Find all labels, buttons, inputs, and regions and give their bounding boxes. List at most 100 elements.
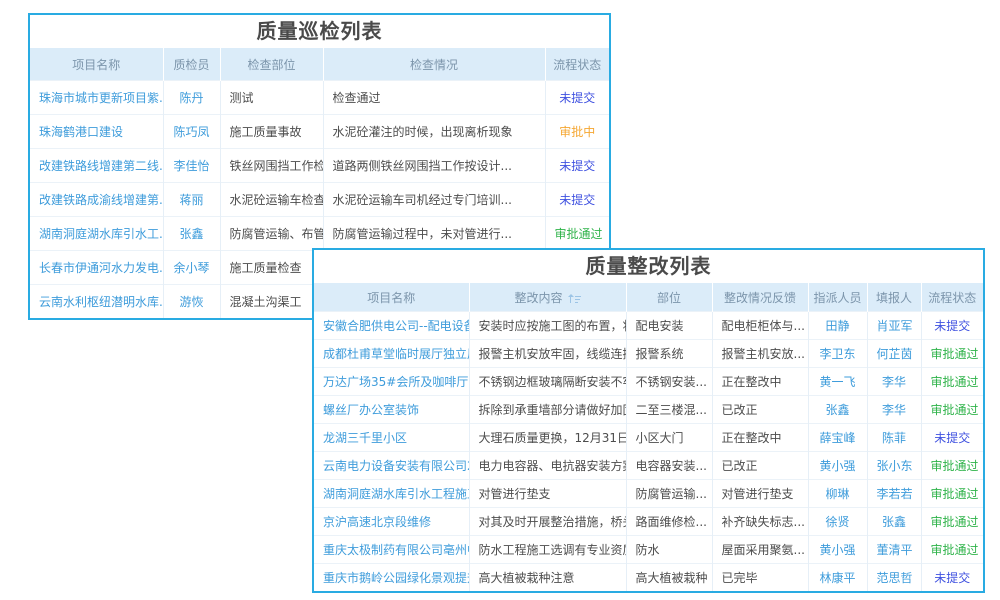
- status-cell: 审批通过: [921, 452, 983, 480]
- project-name-link[interactable]: 长春市伊通河水力发电...: [39, 261, 163, 275]
- assignee-cell: 黄一飞: [808, 368, 867, 396]
- status-cell: 审批通过: [921, 508, 983, 536]
- rectify-part-cell: 报警系统: [626, 340, 712, 368]
- reporter-link[interactable]: 范思哲: [877, 571, 913, 585]
- reporter-link[interactable]: 张小东: [877, 459, 913, 473]
- project-name-link[interactable]: 重庆太极制药有限公司亳州中...: [323, 543, 469, 557]
- assignee-link[interactable]: 徐贤: [825, 515, 849, 529]
- project-name-link[interactable]: 重庆市鹅岭公园绿化景观提升...: [323, 571, 469, 585]
- assignee-cell: 林康平: [808, 564, 867, 592]
- assignee-link[interactable]: 柳琳: [825, 487, 849, 501]
- reporter-cell: 李华: [867, 368, 921, 396]
- status-cell: 未提交: [545, 183, 609, 217]
- inspection-part-cell: 防腐管运输、布管: [220, 217, 323, 251]
- rectify-table-row: 成都杜甫草堂临时展厅独立展... 报警主机安放牢固，线缆连接... 报警系统 报…: [314, 340, 983, 368]
- assignee-link[interactable]: 薛宝峰: [819, 431, 855, 445]
- rectify-feedback-cell: 配电柜柜体与...: [712, 312, 808, 340]
- project-name-link[interactable]: 万达广场35#会所及咖啡厅空...: [323, 375, 469, 389]
- rectify-content-cell: 高大植被栽种注意: [469, 564, 626, 592]
- rectify-table-row: 重庆太极制药有限公司亳州中... 防水工程施工选调有专业资质... 防水 屋面采…: [314, 536, 983, 564]
- reporter-link[interactable]: 李华: [882, 375, 906, 389]
- rectify-part-cell: 配电安装: [626, 312, 712, 340]
- reporter-cell: 肖亚军: [867, 312, 921, 340]
- project-name-link[interactable]: 龙湖三千里小区: [323, 431, 407, 445]
- sort-amount-icon[interactable]: [568, 294, 581, 303]
- project-name-cell: 螺丝厂办公室装饰: [314, 396, 469, 424]
- rectify-feedback-cell: 屋面采用聚氨...: [712, 536, 808, 564]
- project-name-cell: 重庆太极制药有限公司亳州中...: [314, 536, 469, 564]
- project-name-cell: 湖南洞庭湖水库引水工程施工I标: [314, 480, 469, 508]
- project-name-link[interactable]: 云南水利枢纽潜明水库...: [39, 295, 163, 309]
- inspector-link[interactable]: 蒋丽: [179, 193, 203, 207]
- reporter-link[interactable]: 何芷茵: [877, 347, 913, 361]
- inspector-cell: 陈丹: [163, 81, 220, 115]
- assignee-link[interactable]: 张鑫: [825, 403, 849, 417]
- status-badge: 审批通过: [931, 403, 979, 417]
- project-name-link[interactable]: 珠海鹤港口建设: [39, 125, 123, 139]
- inspector-link[interactable]: 余小琴: [173, 261, 209, 275]
- rectify-content-cell: 安装时应按施工图的布置，将...: [469, 312, 626, 340]
- status-cell: 审批通过: [921, 480, 983, 508]
- assignee-cell: 田静: [808, 312, 867, 340]
- status-cell: 审批通过: [921, 396, 983, 424]
- assignee-link[interactable]: 田静: [825, 319, 849, 333]
- rectify-part-cell: 不锈钢安装...: [626, 368, 712, 396]
- rectify-part-cell: 防水: [626, 536, 712, 564]
- reporter-link[interactable]: 陈菲: [882, 431, 906, 445]
- rectify-col-name: 项目名称: [314, 283, 469, 312]
- rectify-content-cell: 对管进行垫支: [469, 480, 626, 508]
- status-cell: 审批通过: [921, 340, 983, 368]
- reporter-link[interactable]: 李华: [882, 403, 906, 417]
- inspection-part-cell: 水泥砼运输车检查: [220, 183, 323, 217]
- project-name-link[interactable]: 珠海市城市更新项目紫...: [39, 91, 163, 105]
- project-name-link[interactable]: 螺丝厂办公室装饰: [323, 403, 419, 417]
- rectify-part-cell: 高大植被栽种: [626, 564, 712, 592]
- project-name-link[interactable]: 改建铁路线增建第二线...: [39, 159, 163, 173]
- inspection-table-row: 改建铁路线增建第二线... 李佳怡 铁丝网围挡工作检查 道路两侧铁丝网围挡工作按…: [30, 149, 609, 183]
- project-name-cell: 安徽合肥供电公司--配电设备...: [314, 312, 469, 340]
- project-name-link[interactable]: 湖南洞庭湖水库引水工...: [39, 227, 163, 241]
- rectify-content-cell: 拆除到承重墙部分请做好加固...: [469, 396, 626, 424]
- rectify-feedback-cell: 报警主机安放...: [712, 340, 808, 368]
- inspector-link[interactable]: 陈巧凤: [173, 125, 209, 139]
- rectify-feedback-cell: 已改正: [712, 396, 808, 424]
- project-name-cell: 长春市伊通河水力发电...: [30, 251, 163, 285]
- assignee-link[interactable]: 黄一飞: [819, 375, 855, 389]
- assignee-link[interactable]: 黄小强: [819, 459, 855, 473]
- inspector-link[interactable]: 张鑫: [179, 227, 203, 241]
- assignee-cell: 柳琳: [808, 480, 867, 508]
- reporter-link[interactable]: 肖亚军: [877, 319, 913, 333]
- rectify-col-content[interactable]: 整改内容: [469, 283, 626, 312]
- rectify-table-row: 螺丝厂办公室装饰 拆除到承重墙部分请做好加固... 二至三楼混... 已改正 张…: [314, 396, 983, 424]
- status-badge: 未提交: [559, 91, 595, 105]
- reporter-link[interactable]: 李若若: [877, 487, 913, 501]
- inspection-header-row: 项目名称 质检员 检查部位 检查情况 流程状态: [30, 48, 609, 81]
- project-name-cell: 珠海市城市更新项目紫...: [30, 81, 163, 115]
- inspector-link[interactable]: 李佳怡: [173, 159, 209, 173]
- rectify-content-cell: 电力电容器、电抗器安装方案,...: [469, 452, 626, 480]
- project-name-link[interactable]: 京沪高速北京段维修: [323, 515, 431, 529]
- reporter-link[interactable]: 董清平: [877, 543, 913, 557]
- inspection-part-cell: 施工质量检查: [220, 251, 323, 285]
- inspection-situation-cell: 水泥砼运输车司机经过专门培训...: [323, 183, 545, 217]
- status-badge: 审批通过: [931, 459, 979, 473]
- project-name-link[interactable]: 成都杜甫草堂临时展厅独立展...: [323, 347, 469, 361]
- assignee-link[interactable]: 黄小强: [819, 543, 855, 557]
- rectify-table: 项目名称 整改内容 部位 整改情况反馈 指派人员 填报人 流程状态 安徽合肥供电…: [314, 283, 983, 591]
- reporter-cell: 张小东: [867, 452, 921, 480]
- project-name-cell: 龙湖三千里小区: [314, 424, 469, 452]
- rectify-table-row: 京沪高速北京段维修 对其及时开展整治措施，桥头... 路面维修检... 补齐缺失…: [314, 508, 983, 536]
- project-name-link[interactable]: 安徽合肥供电公司--配电设备...: [323, 319, 469, 333]
- status-cell: 未提交: [921, 424, 983, 452]
- assignee-link[interactable]: 李卫东: [819, 347, 855, 361]
- inspector-link[interactable]: 游恢: [179, 295, 203, 309]
- rectify-part-cell: 二至三楼混...: [626, 396, 712, 424]
- reporter-link[interactable]: 张鑫: [882, 515, 906, 529]
- project-name-link[interactable]: 改建铁路成渝线增建第...: [39, 193, 163, 207]
- inspector-link[interactable]: 陈丹: [179, 91, 203, 105]
- project-name-link[interactable]: 湖南洞庭湖水库引水工程施工I标: [323, 487, 469, 501]
- status-badge: 未提交: [934, 571, 970, 585]
- status-cell: 审批中: [545, 115, 609, 149]
- project-name-link[interactable]: 云南电力设备安装有限公司20...: [323, 459, 469, 473]
- assignee-link[interactable]: 林康平: [819, 571, 855, 585]
